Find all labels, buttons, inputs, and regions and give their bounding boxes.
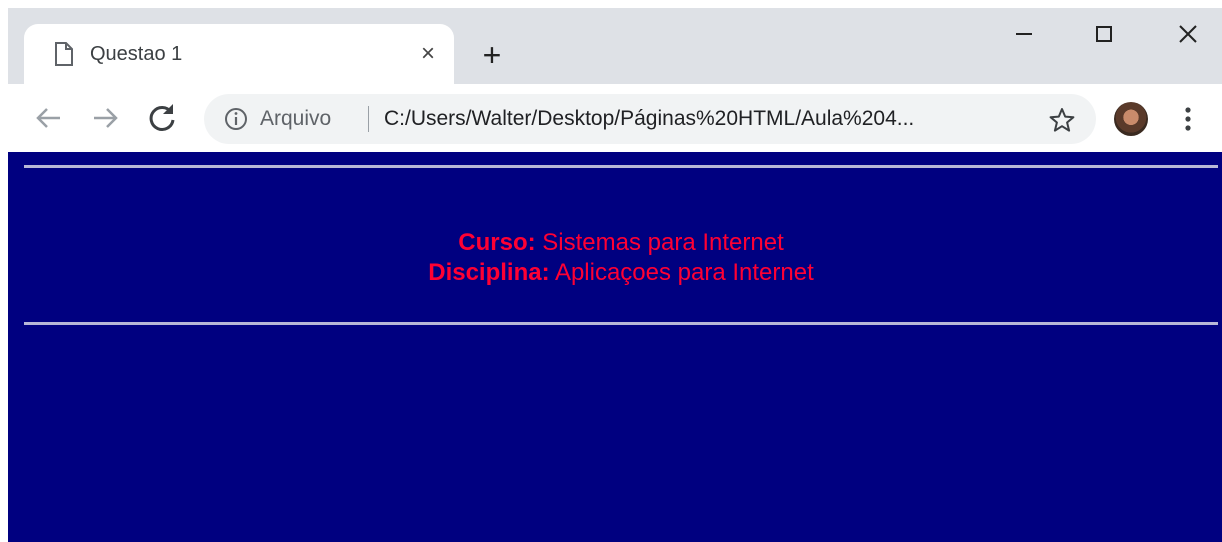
discipline-line: Disciplina: Aplicaçoes para Internet: [8, 258, 1222, 288]
back-arrow-icon[interactable]: [30, 100, 66, 136]
kebab-menu-icon[interactable]: [1178, 104, 1198, 134]
tab-title: Questao 1: [90, 43, 183, 65]
top-strip: [0, 0, 1222, 8]
tab-strip: Questao 1 × +: [8, 8, 1222, 84]
horizontal-rule-bottom: [24, 322, 1218, 325]
course-value: Sistemas para Internet: [535, 229, 784, 256]
reload-icon[interactable]: [144, 100, 180, 136]
info-icon[interactable]: [224, 107, 248, 131]
star-icon[interactable]: [1048, 106, 1076, 134]
page-icon: [55, 42, 73, 66]
close-window-button[interactable]: [1158, 14, 1218, 54]
forward-arrow-icon[interactable]: [88, 100, 124, 136]
address-bar[interactable]: Arquivo C:/Users/Walter/Desktop/Páginas%…: [204, 94, 1096, 144]
discipline-label: Disciplina:: [428, 259, 550, 286]
course-label: Curso:: [458, 229, 536, 256]
new-tab-button[interactable]: +: [474, 38, 510, 74]
chip-divider: [368, 106, 369, 132]
browser-window: Questao 1 × + Arquivo C:/Users/Walter/De…: [8, 8, 1222, 542]
site-chip-label: Arquivo: [260, 107, 332, 130]
close-icon: [1179, 25, 1197, 43]
profile-avatar[interactable]: [1114, 102, 1148, 136]
maximize-icon: [1096, 25, 1112, 42]
url-text[interactable]: C:/Users/Walter/Desktop/Páginas%20HTML/A…: [384, 105, 914, 133]
course-info: Curso: Sistemas para Internet Disciplina…: [8, 228, 1222, 288]
discipline-value: Aplicaçoes para Internet: [549, 259, 814, 286]
page-content: Curso: Sistemas para Internet Disciplina…: [8, 152, 1222, 542]
maximize-button[interactable]: [1074, 14, 1134, 54]
horizontal-rule-top: [24, 165, 1218, 168]
course-line: Curso: Sistemas para Internet: [8, 228, 1222, 258]
tab-close-button[interactable]: ×: [412, 38, 444, 70]
minimize-button[interactable]: [994, 14, 1054, 54]
minimize-icon: [1016, 32, 1032, 35]
toolbar: Arquivo C:/Users/Walter/Desktop/Páginas%…: [8, 84, 1222, 152]
tab-questao[interactable]: Questao 1 ×: [24, 24, 454, 84]
